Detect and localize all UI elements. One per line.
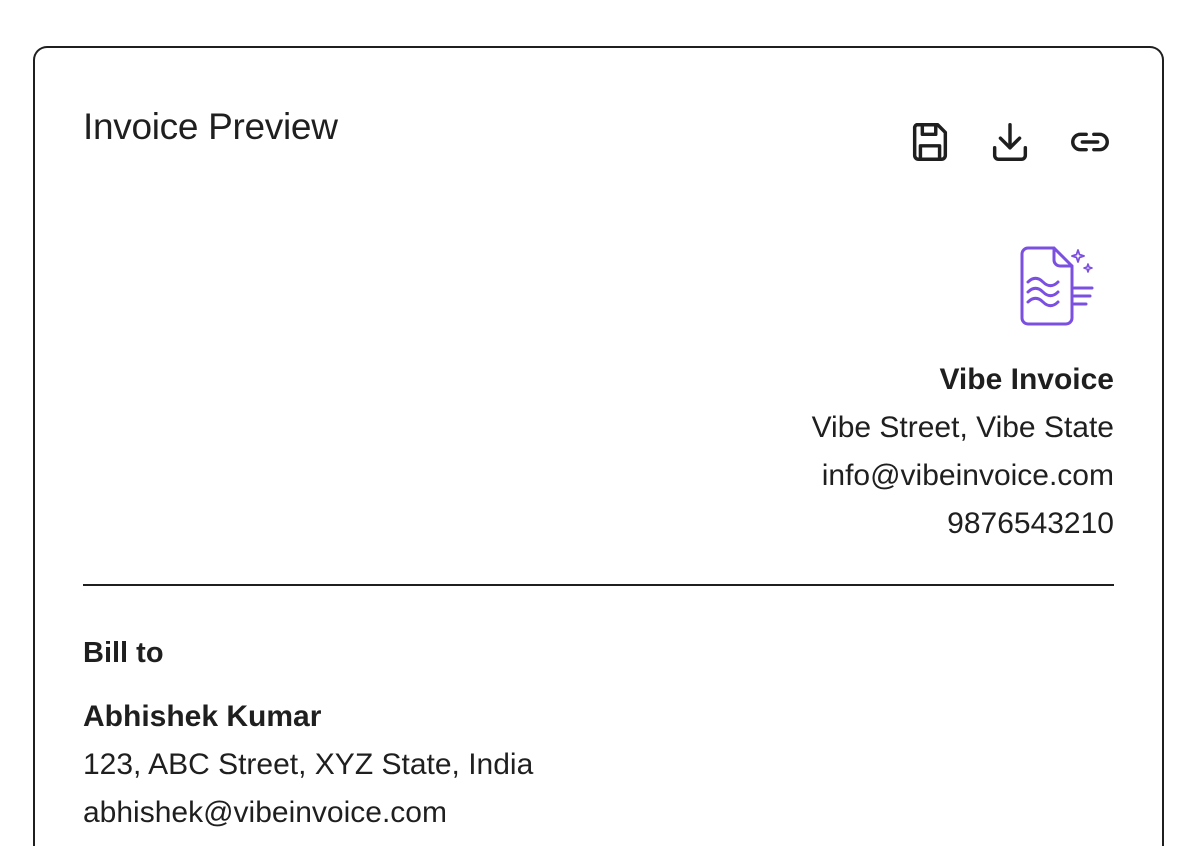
client-info: Abhishek Kumar 123, ABC Street, XYZ Stat… bbox=[83, 693, 533, 837]
company-phone: 9876543210 bbox=[947, 507, 1114, 540]
invoice-preview-card: Invoice Preview Vibe Invoice Vibe Street… bbox=[33, 46, 1164, 846]
company-email: info@vibeinvoice.com bbox=[821, 459, 1114, 492]
save-icon bbox=[912, 123, 948, 161]
page-title: Invoice Preview bbox=[83, 106, 338, 147]
client-email: abhishek@vibeinvoice.com bbox=[83, 796, 447, 829]
client-address: 123, ABC Street, XYZ State, India bbox=[83, 748, 534, 781]
company-name: Vibe Invoice bbox=[939, 363, 1114, 396]
bill-to-heading: Bill to bbox=[83, 637, 164, 669]
company-address: Vibe Street, Vibe State bbox=[811, 411, 1114, 444]
client-name: Abhishek Kumar bbox=[83, 700, 322, 733]
save-button[interactable] bbox=[904, 118, 956, 166]
company-info: Vibe Invoice Vibe Street, Vibe State inf… bbox=[812, 356, 1114, 548]
link-icon bbox=[1071, 132, 1109, 152]
download-icon bbox=[992, 123, 1028, 161]
invoice-toolbar bbox=[904, 118, 1116, 166]
download-button[interactable] bbox=[984, 118, 1036, 166]
copy-link-button[interactable] bbox=[1064, 118, 1116, 166]
section-divider bbox=[83, 584, 1114, 586]
document-sparkle-icon bbox=[1020, 246, 1094, 326]
